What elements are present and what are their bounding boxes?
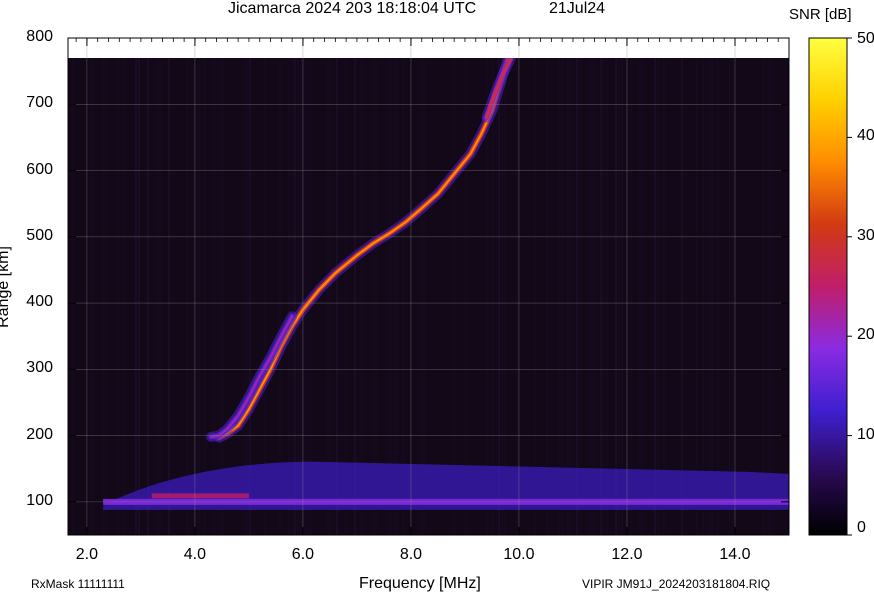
colorbar-tick-label: 0 [857,519,866,536]
rxmask-label: RxMask 11111111 [31,577,125,591]
x-tick-label: 14.0 [719,546,751,563]
y-tick-label: 300 [26,359,53,377]
plot-background [68,38,789,535]
x-axis-label: Frequency [MHz] [359,575,481,592]
y-tick-label: 100 [26,491,53,509]
chart-title: Jicamarca 2024 203 18:18:04 UTC [228,0,477,17]
colorbar-label: SNR [dB] [789,6,852,23]
y-tick-label: 200 [26,425,53,443]
y-tick-label: 500 [26,226,53,244]
x-tick-label: 4.0 [183,546,207,563]
y-axis-label: Range [km] [0,246,12,328]
x-tick-label: 8.0 [399,546,423,563]
colorbar-tick-label: 30 [857,226,874,244]
x-tick-label: 2.0 [75,546,99,563]
colorbar-tick-label: 40 [857,127,874,145]
colorbar-tick-label: 50 [857,30,874,47]
file-info-label: VIPIR JM91J_2024203181804.RIQ [582,577,771,591]
chart-date: 21Jul24 [549,0,606,17]
y-tick-label: 800 [26,28,53,45]
ionogram-figure [67,37,852,536]
colorbar-tick-label: 10 [857,425,874,443]
x-tick-label: 12.0 [611,546,643,563]
colorbar [808,37,848,536]
x-tick-label: 6.0 [291,546,315,563]
y-tick-label: 700 [26,94,53,112]
colorbar-tick-label: 20 [857,326,874,344]
y-tick-label: 600 [26,160,53,178]
y-tick-label: 400 [26,293,53,311]
x-tick-label: 10.0 [503,546,535,563]
